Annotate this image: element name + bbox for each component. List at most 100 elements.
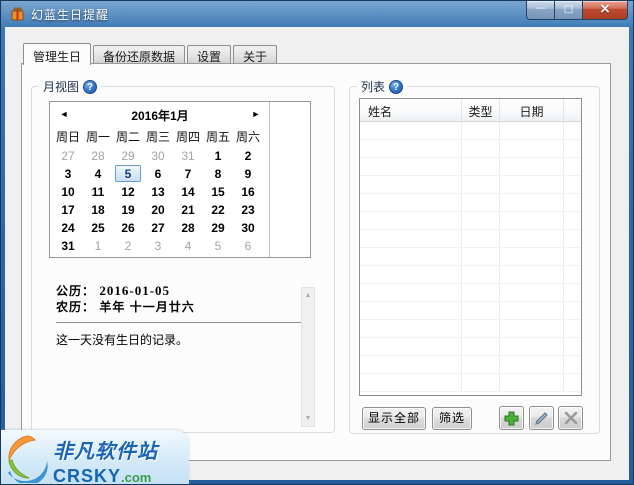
info-scrollbar[interactable]: ▲ ▼ — [301, 287, 315, 427]
help-icon[interactable]: ? — [83, 79, 98, 94]
close-button[interactable]: × — [582, 1, 628, 20]
list-groupbox: 列表 ? 姓名 类型 日期 显示全部 筛选 — [349, 78, 600, 434]
lunar-date-label: 农历： — [56, 300, 96, 314]
calendar-day[interactable]: 6 — [233, 237, 263, 255]
calendar-month-title[interactable]: 2016年1月 — [70, 107, 250, 124]
calendar-day[interactable]: 18 — [83, 201, 113, 219]
minimize-button[interactable]: — — [526, 1, 555, 20]
table-cell — [564, 194, 581, 211]
help-icon[interactable]: ? — [389, 79, 404, 94]
calendar-day[interactable]: 24 — [53, 219, 83, 237]
calendar-day[interactable]: 28 — [83, 147, 113, 165]
calendar-day[interactable]: 26 — [113, 219, 143, 237]
filter-button[interactable]: 筛选 — [432, 407, 472, 430]
calendar-day[interactable]: 11 — [83, 183, 113, 201]
calendar-day[interactable]: 13 — [143, 183, 173, 201]
table-cell — [500, 284, 564, 301]
table-cell — [462, 374, 500, 391]
calendar-day-selected[interactable]: 5 — [113, 165, 143, 183]
calendar-day[interactable]: 16 — [233, 183, 263, 201]
table-cell — [564, 284, 581, 301]
calendar-day[interactable]: 8 — [203, 165, 233, 183]
table-cell — [462, 338, 500, 355]
calendar-day[interactable]: 27 — [53, 147, 83, 165]
show-all-button[interactable]: 显示全部 — [362, 407, 426, 430]
calendar-day[interactable]: 4 — [173, 237, 203, 255]
table-cell — [564, 266, 581, 283]
table-cell — [500, 320, 564, 337]
window-controls: — □ × — [526, 1, 628, 20]
table-cell — [564, 302, 581, 319]
table-cell — [360, 338, 462, 355]
tab-backup-restore[interactable]: 备份还原数据 — [93, 45, 186, 64]
calendar-day[interactable]: 12 — [113, 183, 143, 201]
table-cell — [360, 374, 462, 391]
calendar-day[interactable]: 9 — [233, 165, 263, 183]
birthday-listview: 姓名 类型 日期 — [359, 98, 582, 396]
calendar-day[interactable]: 30 — [233, 219, 263, 237]
watermark-tld: .com — [121, 470, 152, 485]
calendar-day[interactable]: 31 — [53, 237, 83, 255]
calendar-day[interactable]: 2 — [113, 237, 143, 255]
table-cell — [564, 356, 581, 373]
calendar-day[interactable]: 2 — [233, 147, 263, 165]
scroll-up-button[interactable]: ▲ — [302, 288, 314, 303]
column-header-type[interactable]: 类型 — [462, 99, 500, 121]
table-cell — [360, 248, 462, 265]
calendar-day[interactable]: 29 — [203, 219, 233, 237]
maximize-button[interactable]: □ — [555, 1, 582, 20]
calendar-day[interactable]: 15 — [203, 183, 233, 201]
table-cell — [360, 266, 462, 283]
add-button[interactable] — [499, 406, 524, 430]
calendar-day[interactable]: 4 — [83, 165, 113, 183]
calendar-day[interactable]: 28 — [173, 219, 203, 237]
edit-button[interactable] — [529, 406, 554, 430]
column-header-name[interactable]: 姓名 — [360, 99, 462, 121]
table-cell — [462, 140, 500, 157]
calendar-day[interactable]: 3 — [53, 165, 83, 183]
calendar-separator — [269, 102, 270, 257]
calendar-day[interactable]: 3 — [143, 237, 173, 255]
calendar-day[interactable]: 19 — [113, 201, 143, 219]
table-row — [360, 212, 581, 230]
column-header-date[interactable]: 日期 — [500, 99, 564, 121]
calendar-day[interactable]: 20 — [143, 201, 173, 219]
calendar-day[interactable]: 1 — [203, 147, 233, 165]
no-birthday-message: 这一天没有生日的记录。 — [56, 333, 189, 347]
scroll-down-button[interactable]: ▼ — [302, 411, 314, 426]
calendar-day[interactable]: 17 — [53, 201, 83, 219]
calendar-day[interactable]: 21 — [173, 201, 203, 219]
table-row — [360, 338, 581, 356]
calendar-day[interactable]: 7 — [173, 165, 203, 183]
calendar-day[interactable]: 23 — [233, 201, 263, 219]
table-cell — [462, 230, 500, 247]
table-cell — [564, 158, 581, 175]
calendar-day[interactable]: 5 — [203, 237, 233, 255]
table-cell — [564, 176, 581, 193]
calendar-day[interactable]: 29 — [113, 147, 143, 165]
calendar-day[interactable]: 25 — [83, 219, 113, 237]
selected-day-highlight: 5 — [115, 165, 141, 182]
calendar-day[interactable]: 30 — [143, 147, 173, 165]
calendar-day[interactable]: 31 — [173, 147, 203, 165]
tab-settings[interactable]: 设置 — [187, 45, 232, 64]
calendar-day[interactable]: 14 — [173, 183, 203, 201]
tab-about[interactable]: 关于 — [233, 45, 278, 64]
watermark-site-name: 非凡软件站 — [53, 441, 158, 463]
table-cell — [564, 320, 581, 337]
calendar-day[interactable]: 1 — [83, 237, 113, 255]
delete-button[interactable] — [558, 406, 583, 430]
month-calendar: ◄ ► 2016年1月 周日 周一 周二 周三 周四 周五 周六 27 28 29 30 31 1 2 3… — [49, 101, 311, 258]
calendar-day[interactable]: 10 — [53, 183, 83, 201]
table-cell — [462, 302, 500, 319]
table-row — [360, 266, 581, 284]
listview-header: 姓名 类型 日期 — [360, 99, 581, 122]
next-month-button[interactable]: ► — [248, 106, 264, 122]
calendar-day[interactable]: 6 — [143, 165, 173, 183]
tab-manage-birthdays[interactable]: 管理生日 — [23, 43, 92, 65]
calendar-day[interactable]: 22 — [203, 201, 233, 219]
table-row — [360, 356, 581, 374]
calendar-day[interactable]: 27 — [143, 219, 173, 237]
table-cell — [360, 302, 462, 319]
table-cell — [462, 122, 500, 139]
